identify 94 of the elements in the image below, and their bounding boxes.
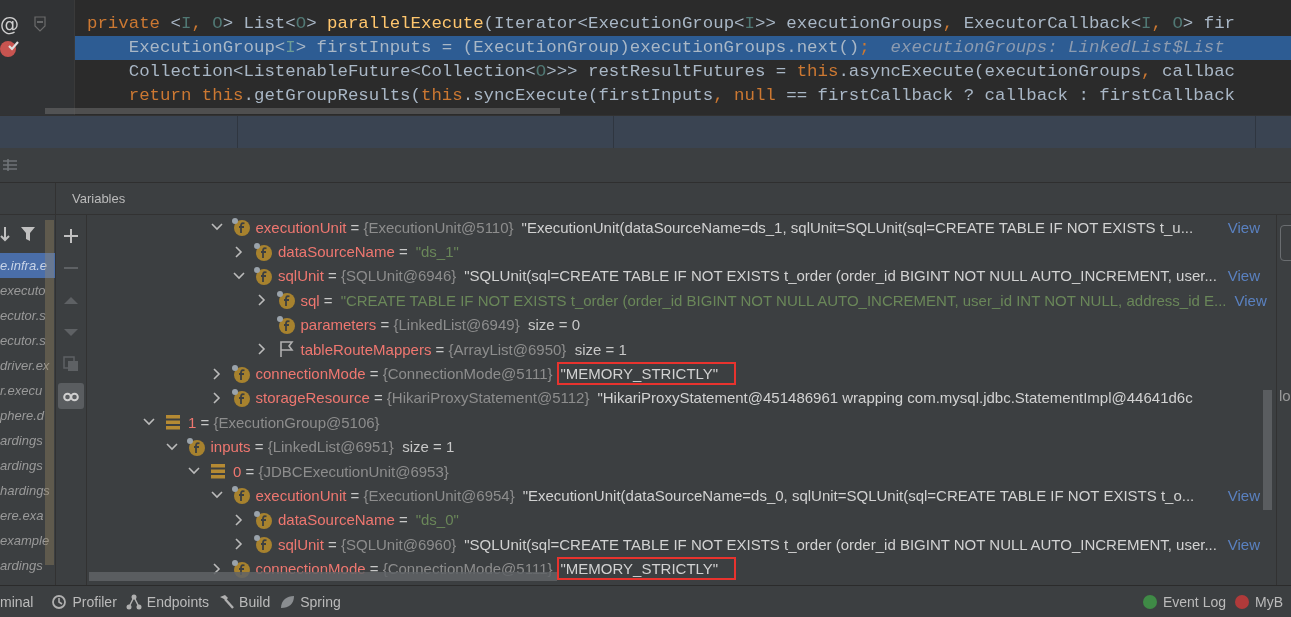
down-arrow-icon[interactable] — [0, 226, 10, 242]
field-icon — [230, 363, 251, 384]
leaf-icon — [279, 593, 296, 610]
stack-frame[interactable]: hardings — [0, 478, 55, 503]
copy-icon — [63, 356, 79, 372]
code-line: private <I, O> List<O> parallelExecute(Iterator<ExecutionGroup<I>> executionGroups, ExecutorCallback<I, O> fir — [86, 13, 1237, 35]
filter-icon[interactable] — [20, 226, 36, 242]
tool-window-button[interactable]: minal — [0, 586, 52, 617]
glasses-button[interactable] — [58, 383, 84, 409]
chevron-icon[interactable] — [233, 538, 245, 551]
variable-text: connectionMode = {ConnectionMode@5111} — [255, 365, 553, 383]
nodes-icon — [125, 593, 142, 610]
scrollbar[interactable] — [45, 108, 560, 114]
stack-frame[interactable]: ecutor.s — [0, 303, 55, 328]
chevron-icon[interactable] — [233, 269, 245, 282]
panel-title: Variables — [71, 190, 126, 208]
tool-window-button[interactable]: Endpoints — [125, 586, 219, 617]
variable-text: sqlUnit = {SQLUnit@6960} — [278, 535, 457, 553]
field-icon — [230, 387, 251, 408]
breakpoint-icon[interactable] — [0, 38, 20, 58]
variable-value: "MEMORY_STRICTLY" — [556, 557, 737, 581]
variable-text: inputs = {LinkedList@6951} size = 1 — [210, 438, 455, 456]
code-line: Collection<ListenableFuture<Collection<O>>> restResultFutures = this.asyncExecute(executionGroups, callbac — [127, 61, 1236, 83]
stack-frame[interactable]: r.execu — [0, 378, 55, 403]
variable-text: storageResource = {HikariProxyStatement@5112} — [255, 389, 590, 407]
field-icon — [253, 265, 273, 286]
field-icon — [253, 534, 273, 555]
variable-text: executionUnit = {ExecutionUnit@5110} — [255, 218, 514, 236]
chevron-icon[interactable] — [210, 367, 223, 380]
variable-text: 0 = {JDBCExecutionUnit@6953} — [233, 462, 449, 480]
stack-frame[interactable]: e.infra.e — [0, 253, 55, 278]
view-link[interactable]: View — [1223, 267, 1260, 285]
code-line: return this.getGroupResults(this.syncExecute(firstInputs, null == firstCallback ? callback : firstCallback — [127, 85, 1236, 107]
stack-frame[interactable]: example — [0, 528, 55, 553]
field-icon — [230, 485, 251, 506]
stack-frame[interactable]: ecutor.s — [0, 328, 55, 353]
chevron-icon[interactable] — [255, 294, 268, 307]
variable-text: sql = — [300, 291, 333, 309]
stack-frame[interactable]: executo — [0, 278, 55, 303]
stack-frame[interactable]: ardings — [0, 453, 55, 478]
stack-frame[interactable]: phere.d — [0, 403, 55, 428]
chevron-icon[interactable] — [233, 513, 245, 526]
variable-value: "HikariProxyStatement@451486961 wrapping com.mysql.jdbc.StatementImpl@44641d6c — [596, 388, 1194, 409]
tool-window-button[interactable]: Profiler — [51, 586, 126, 617]
view-link[interactable]: View — [1223, 487, 1260, 504]
variable-text: tableRouteMappers = {ArrayList@6950} size = 1 — [300, 340, 627, 358]
variable-text: sqlUnit = {SQLUnit@6946} — [278, 267, 457, 285]
variable-value: "MEMORY_STRICTLY" — [556, 362, 737, 386]
chevron-icon[interactable] — [165, 440, 178, 453]
tool-window-button[interactable]: Build — [218, 586, 280, 617]
stack-frame[interactable]: ardings — [0, 428, 55, 453]
field-icon — [230, 217, 251, 238]
variable-value: "ExecutionUnit(dataSourceName=ds_1, sqlUnit=SQLUnit(sql=CREATE TABLE IF NOT EXISTS t_u... — [520, 217, 1195, 238]
variable-value: "ds_0" — [414, 510, 460, 531]
status-button[interactable]: MyB — [1234, 586, 1291, 617]
variable-text: connectionMode = {ConnectionMode@5111} — [255, 560, 553, 578]
view-link[interactable]: View — [1230, 291, 1267, 309]
variable-text: 1 = {ExecutionGroup@5106} — [188, 413, 380, 431]
field-icon — [253, 241, 273, 262]
field-icon — [253, 509, 273, 530]
annotation-mark: @ — [0, 13, 20, 35]
variable-value: "SQLUnit(sql=CREATE TABLE IF NOT EXISTS t_order (order_id BIGINT NOT NULL AUTO_INCREMENT, user... — [463, 266, 1218, 287]
status-button[interactable]: Event Log — [1141, 586, 1234, 617]
minus-icon — [63, 266, 79, 270]
view-link[interactable]: View — [1223, 218, 1260, 236]
chevron-icon[interactable] — [210, 391, 223, 404]
tool-window-button[interactable]: Spring — [279, 586, 350, 617]
variable-value: "CREATE TABLE IF NOT EXISTS t_order (order_id BIGINT NOT NULL AUTO_INCREMENT, user_id INT NOT NULL, address_id E... — [339, 290, 1228, 311]
chevron-icon[interactable] — [233, 245, 245, 258]
variable-text: dataSourceName = — [278, 511, 408, 529]
variable-value: "ExecutionUnit(dataSourceName=ds_0, sqlUnit=SQLUnit(sql=CREATE TABLE IF NOT EXISTS t_o... — [521, 486, 1196, 506]
variable-value: "ds_1" — [414, 242, 460, 263]
field-icon — [275, 314, 296, 335]
field-icon — [275, 290, 296, 311]
event-log-icon — [1141, 593, 1158, 610]
variable-text: dataSourceName = — [278, 243, 408, 261]
view-link[interactable]: View — [1223, 535, 1260, 553]
scrollbar[interactable] — [1263, 390, 1272, 510]
variable-text: parameters = {LinkedList@6949} size = 0 — [300, 316, 581, 334]
bird-icon — [1234, 593, 1250, 610]
plus-icon — [63, 228, 79, 244]
stack-frame[interactable]: driver.ex — [0, 353, 55, 378]
variable-text: executionUnit = {ExecutionUnit@6954} — [255, 487, 515, 504]
profiler-icon — [51, 593, 68, 610]
hammer-icon — [218, 593, 235, 610]
side-label: lo — [1279, 387, 1291, 404]
field-icon — [185, 436, 206, 457]
array-element-icon — [163, 412, 183, 433]
stack-frame[interactable]: ardings — [0, 553, 55, 578]
chevron-icon[interactable] — [255, 343, 268, 356]
array-element-icon — [208, 461, 228, 482]
stack-frame[interactable]: ere.exa — [0, 503, 55, 528]
variable-value: "SQLUnit(sql=CREATE TABLE IF NOT EXISTS t_order (order_id BIGINT NOT NULL AUTO_INCREMENT, user... — [463, 534, 1218, 555]
chevron-icon[interactable] — [210, 562, 223, 575]
